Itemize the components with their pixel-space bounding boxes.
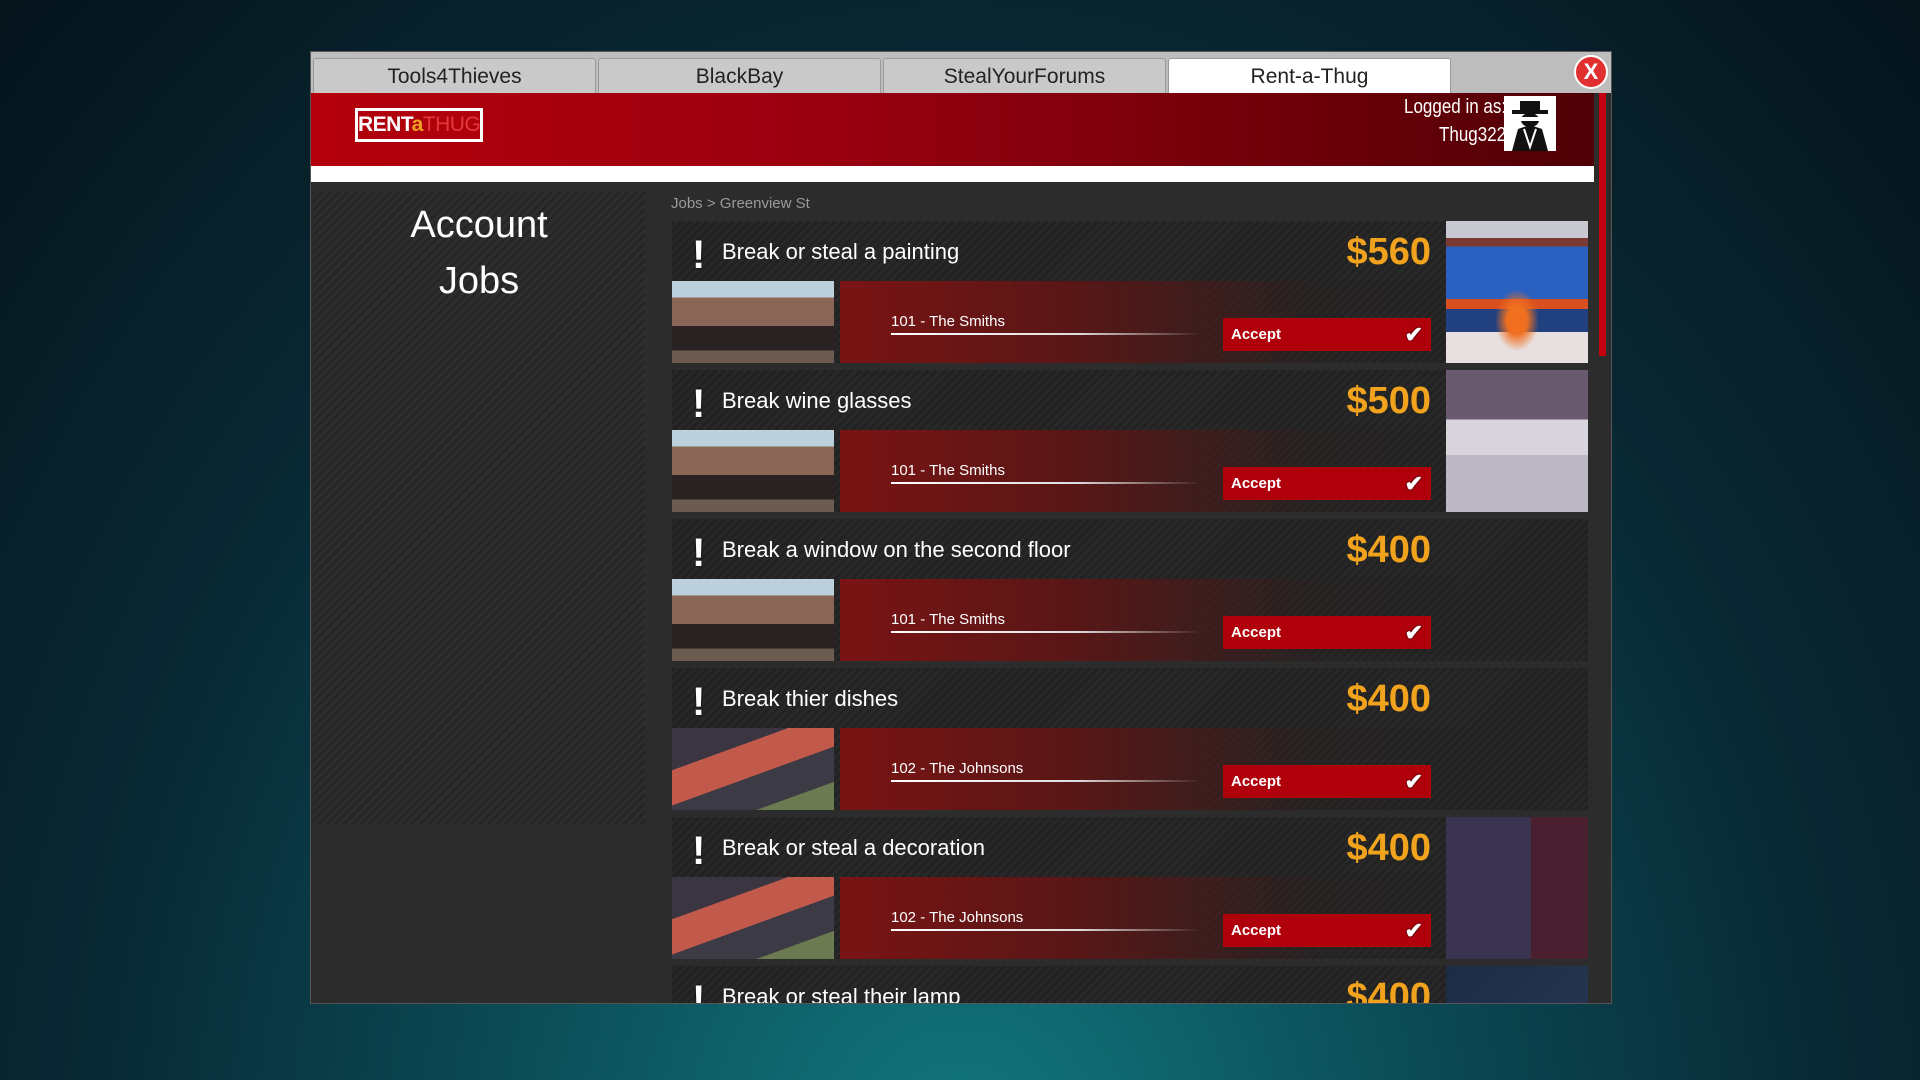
job-card: ! Break or steal a painting $560 101 - T… bbox=[672, 221, 1588, 363]
checkmark-icon: ✔ bbox=[1404, 471, 1423, 496]
address-underline bbox=[891, 333, 1201, 335]
scrollbar-thumb[interactable] bbox=[1599, 93, 1606, 356]
job-address[interactable]: 101 - The Smiths bbox=[891, 462, 1005, 479]
job-price: $400 bbox=[1346, 529, 1431, 571]
job-price: $400 bbox=[1346, 678, 1431, 720]
address-underline bbox=[891, 780, 1201, 782]
accept-button[interactable]: Accept ✔ bbox=[1223, 318, 1431, 351]
job-title: Break or steal a decoration bbox=[722, 835, 985, 860]
job-address[interactable]: 101 - The Smiths bbox=[891, 611, 1005, 628]
accept-label: Accept bbox=[1231, 475, 1282, 492]
accept-button[interactable]: Accept ✔ bbox=[1223, 765, 1431, 798]
tab-rent-a-thug[interactable]: Rent-a-Thug bbox=[1168, 58, 1451, 93]
accept-label: Accept bbox=[1231, 326, 1282, 343]
username: Thug322 bbox=[1438, 124, 1506, 146]
logo-text: a bbox=[411, 113, 424, 136]
accept-button[interactable]: Accept ✔ bbox=[1223, 467, 1431, 500]
checkmark-icon: ✔ bbox=[1404, 620, 1423, 645]
accept-label: Accept bbox=[1231, 922, 1282, 939]
checkmark-icon: ✔ bbox=[1404, 769, 1423, 794]
tab-stealyourforums[interactable]: StealYourForums bbox=[883, 58, 1166, 93]
job-address[interactable]: 102 - The Johnsons bbox=[891, 909, 1023, 926]
accept-label: Accept bbox=[1231, 624, 1282, 641]
checkmark-icon: ✔ bbox=[1404, 322, 1423, 347]
job-card: ! Break or steal their lamp $400 102 - T… bbox=[672, 966, 1588, 1004]
address-underline bbox=[891, 631, 1201, 633]
scrollbar[interactable] bbox=[1595, 93, 1611, 1003]
target-item-photo bbox=[1446, 817, 1588, 959]
logged-in-label: Logged in as: bbox=[1403, 96, 1506, 118]
logo-text: RENT bbox=[358, 113, 412, 136]
job-price: $500 bbox=[1346, 380, 1431, 422]
job-price: $400 bbox=[1346, 827, 1431, 869]
alert-icon: ! bbox=[692, 680, 706, 724]
rentathug-logo[interactable]: RENTaTHUG bbox=[355, 108, 483, 142]
job-title: Break or steal a painting bbox=[722, 239, 960, 264]
address-underline bbox=[891, 929, 1201, 931]
job-card: ! Break wine glasses $500 101 - The Smit… bbox=[672, 370, 1588, 512]
house-photo bbox=[672, 579, 834, 661]
sidebar-item-account[interactable]: Account bbox=[313, 197, 645, 253]
job-card: ! Break a window on the second floor $40… bbox=[672, 519, 1588, 661]
alert-icon: ! bbox=[692, 829, 706, 873]
sidebar: Account Jobs bbox=[313, 191, 645, 824]
alert-icon: ! bbox=[692, 382, 706, 426]
target-item-photo bbox=[1446, 966, 1588, 1003]
thug-avatar-icon bbox=[1512, 101, 1548, 151]
accept-label: Accept bbox=[1231, 773, 1282, 790]
house-photo bbox=[672, 430, 834, 512]
alert-icon: ! bbox=[692, 978, 706, 1004]
accept-button[interactable]: Accept ✔ bbox=[1223, 914, 1431, 947]
house-photo bbox=[672, 281, 834, 363]
job-address[interactable]: 101 - The Smiths bbox=[891, 313, 1005, 330]
house-photo bbox=[672, 877, 834, 959]
header-divider bbox=[311, 166, 1594, 182]
alert-icon: ! bbox=[692, 233, 706, 277]
checkmark-icon: ✔ bbox=[1404, 918, 1423, 943]
job-price: $560 bbox=[1346, 231, 1431, 273]
address-underline bbox=[891, 482, 1201, 484]
job-title: Break or steal their lamp bbox=[722, 984, 961, 1004]
job-title: Break thier dishes bbox=[722, 686, 899, 711]
job-card: ! Break thier dishes $400 102 - The John… bbox=[672, 668, 1588, 810]
job-address[interactable]: 102 - The Johnsons bbox=[891, 760, 1023, 777]
house-photo bbox=[672, 728, 834, 810]
accept-button[interactable]: Accept ✔ bbox=[1223, 616, 1431, 649]
logo-text: THUG bbox=[422, 113, 481, 136]
browser-window: Tools4Thieves BlackBay StealYourForums R… bbox=[310, 51, 1612, 1004]
job-title: Break wine glasses bbox=[722, 388, 912, 413]
site-header: RENTaTHUG Logged in as: Thug322 bbox=[311, 93, 1594, 166]
login-info: Logged in as: Thug322 bbox=[1404, 93, 1506, 149]
breadcrumb[interactable]: Jobs > Greenview St bbox=[671, 195, 810, 212]
target-item-photo bbox=[1446, 370, 1588, 512]
close-button[interactable]: X bbox=[1574, 55, 1608, 89]
alert-icon: ! bbox=[692, 531, 706, 575]
avatar[interactable] bbox=[1504, 96, 1556, 151]
target-item-photo bbox=[1446, 221, 1588, 363]
tab-blackbay[interactable]: BlackBay bbox=[598, 58, 881, 93]
job-price: $400 bbox=[1346, 976, 1431, 1004]
job-title: Break a window on the second floor bbox=[722, 537, 1071, 562]
tab-tools4thieves[interactable]: Tools4Thieves bbox=[313, 58, 596, 93]
tab-bar: Tools4Thieves BlackBay StealYourForums R… bbox=[311, 52, 1611, 93]
job-card: ! Break or steal a decoration $400 102 -… bbox=[672, 817, 1588, 959]
sidebar-item-jobs[interactable]: Jobs bbox=[313, 253, 645, 309]
